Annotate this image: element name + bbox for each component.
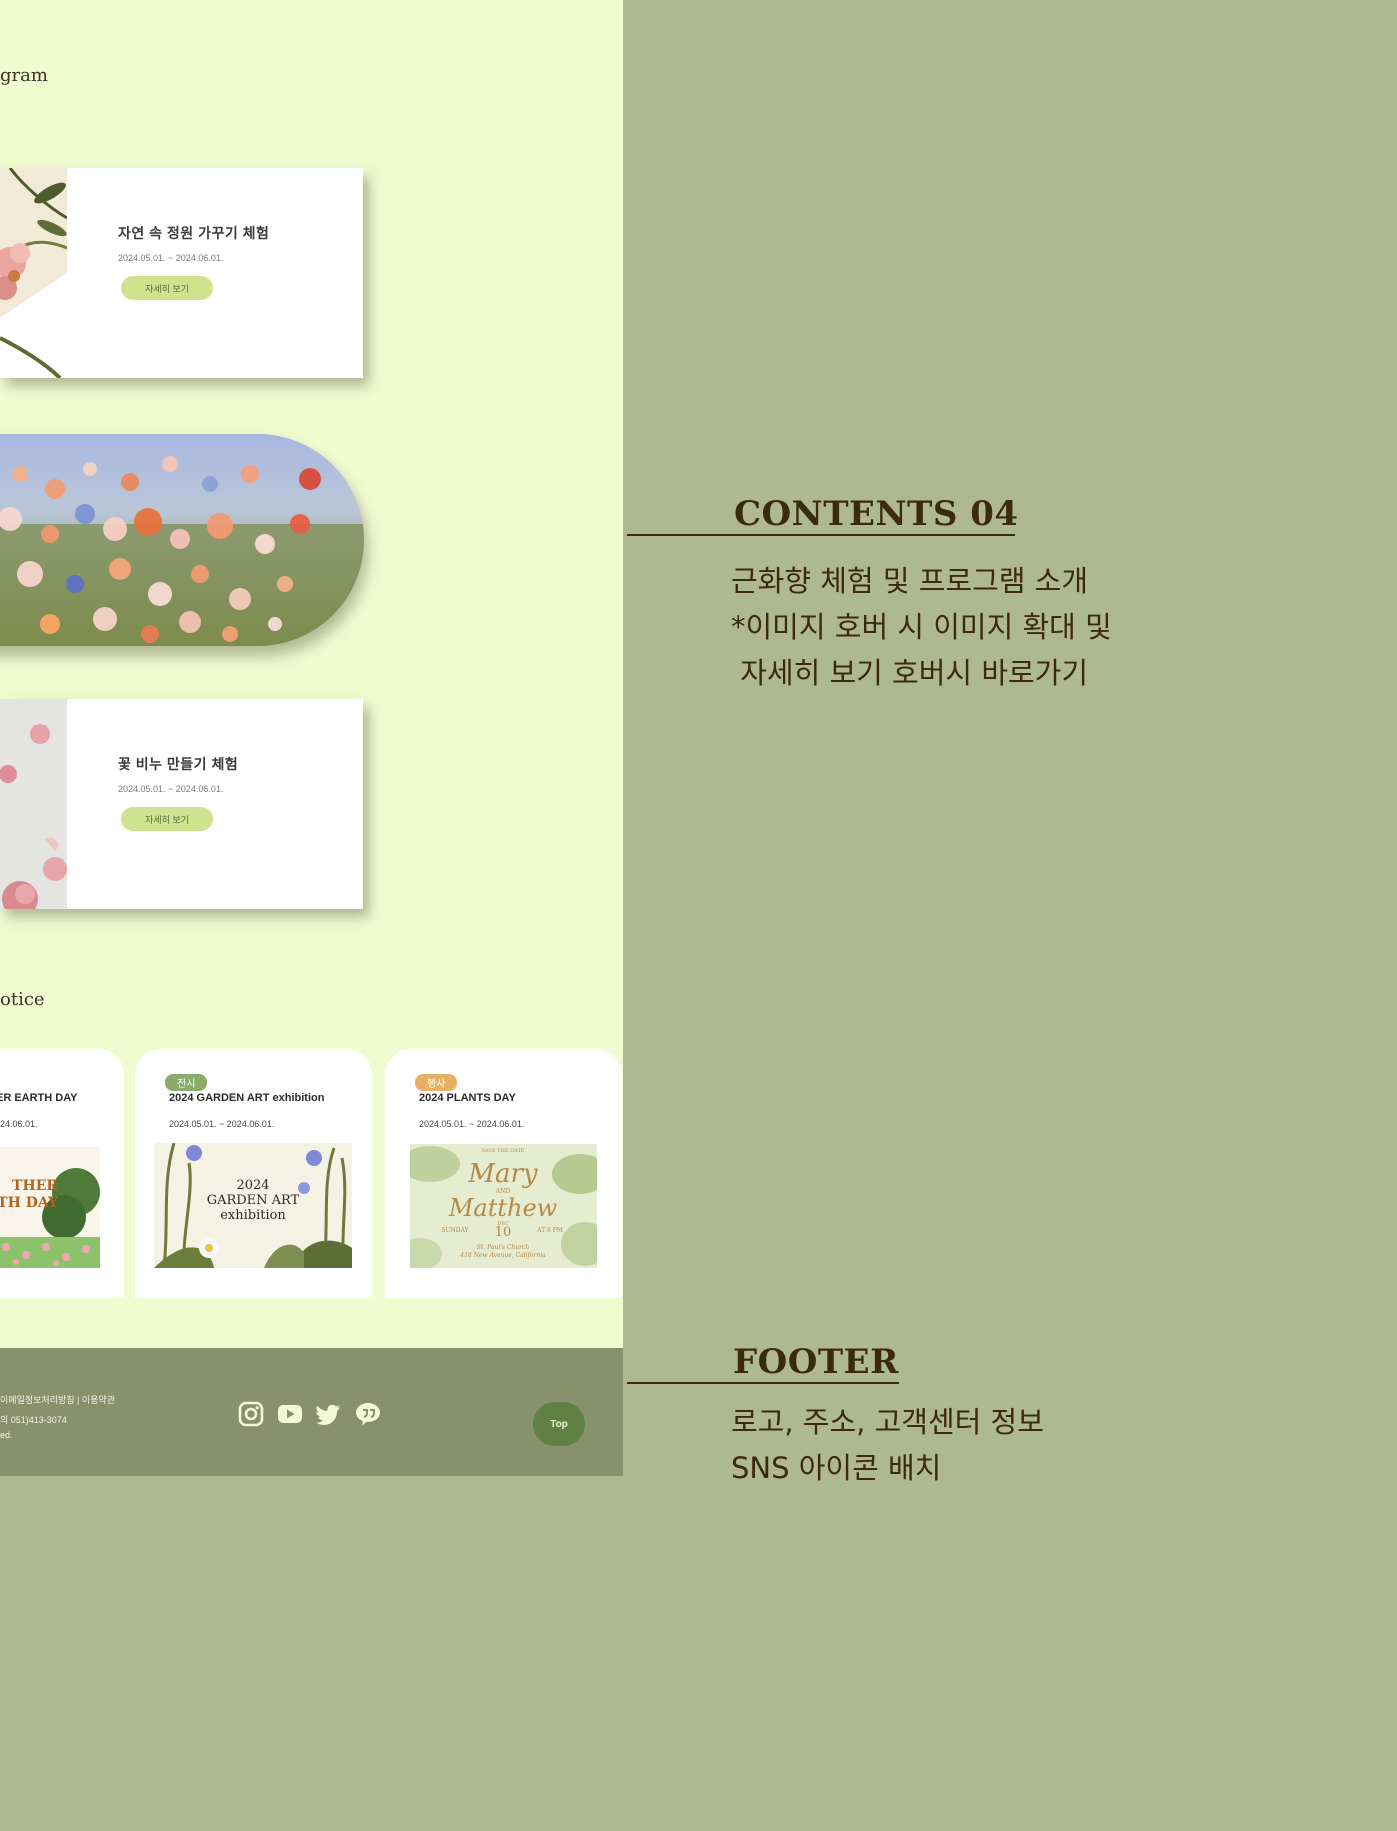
poster-text: 10 [495, 1225, 512, 1240]
garden-art-poster-image: 2024 GARDEN ART exhibition [154, 1143, 352, 1268]
poster-text: exhibition [220, 1208, 286, 1223]
poster-text: 2024 [236, 1178, 269, 1193]
twitter-icon[interactable] [316, 1401, 342, 1427]
annotation-heading: FOOTER [733, 1342, 899, 1382]
site-footer: 이메일정보처리방침 | 이용약관 의 051)413-3074 ed. Top [0, 1348, 623, 1476]
notice-section-title: otice [0, 989, 45, 1010]
annotation-heading: CONTENTS 04 [734, 494, 1019, 534]
annotation-text: SNS 아이콘 배치 [731, 1451, 942, 1485]
poster-text: SAVE THE DATE [482, 1148, 525, 1154]
poster-text: THER [12, 1178, 58, 1194]
notice-date: 2024.05.01. ~ 2024.06.01. [419, 1119, 525, 1129]
program-title: 자연 속 정원 가꾸기 체험 [118, 225, 270, 241]
program-title: 꽃 비누 만들기 체험 [118, 756, 239, 772]
notice-date: 2024.05.01. ~ 2024.06.01. [169, 1119, 275, 1129]
notice-date: 24.06.01. [0, 1119, 38, 1129]
detail-button[interactable]: 자세히 보기 [121, 276, 213, 300]
annotation-text: 로고, 주소, 고객센터 정보 [731, 1405, 1044, 1439]
poster-text: TH DAY [0, 1195, 59, 1211]
footer-links[interactable]: 이메일정보처리방침 | 이용약관 [0, 1393, 115, 1406]
program-section-title: gram [0, 65, 48, 86]
notice-card[interactable]: ER EARTH DAY 24.06.01. THER TH DAY [0, 1049, 124, 1298]
poster-text: AT 8 PM [536, 1227, 563, 1234]
program-photo-rose [0, 699, 67, 909]
footer-phone: 의 051)413-3074 [0, 1415, 67, 1425]
website-mockup: gram 자연 속 정원 가꾸기 체험 2024.05.01. ~ 2024.0… [0, 0, 623, 1476]
poster-text: Matthew [448, 1194, 558, 1222]
notice-card[interactable]: 행사 2024 PLANTS DAY 2024.05.01. ~ 2024.06… [385, 1049, 622, 1298]
program-date: 2024.05.01. ~ 2024.06.01. [118, 253, 224, 263]
annotation-text: 근화향 체험 및 프로그램 소개 [731, 564, 1089, 598]
program-date: 2024.05.01. ~ 2024.06.01. [118, 784, 224, 794]
earth-day-poster-image: THER TH DAY [0, 1147, 100, 1268]
youtube-icon[interactable] [277, 1401, 303, 1427]
poster-text: SUNDAY [441, 1227, 469, 1234]
poster-text: St. Paul's Church [477, 1244, 530, 1251]
poster-text: Mary [467, 1159, 538, 1189]
poster-text: GARDEN ART [207, 1193, 300, 1208]
instagram-icon[interactable] [238, 1401, 264, 1427]
plants-day-poster-image: SAVE THE DATE Mary AND Matthew SUNDAY DE… [410, 1144, 597, 1268]
notice-card[interactable]: 전시 2024 GARDEN ART exhibition 2024.05.01… [135, 1049, 372, 1298]
annotation-line [627, 534, 1015, 536]
annotation-text: *이미지 호버 시 이미지 확대 및 [731, 610, 1112, 644]
scroll-top-button[interactable]: Top [533, 1402, 585, 1446]
program-card[interactable]: 꽃 비누 만들기 체험 2024.05.01. ~ 2024.06.01. 자세… [0, 699, 363, 909]
detail-button[interactable]: 자세히 보기 [121, 807, 213, 831]
annotation-line [627, 1382, 899, 1384]
footer-copyright: ed. [0, 1430, 13, 1440]
poster-text: 418 New Avenue, California [459, 1252, 546, 1259]
exhibition-tag: 전시 [165, 1074, 208, 1091]
event-tag: 행사 [415, 1074, 458, 1091]
kakaotalk-icon[interactable] [355, 1401, 381, 1427]
wildflower-banner-image[interactable] [0, 434, 364, 646]
notice-title: 2024 GARDEN ART exhibition [169, 1092, 325, 1104]
program-card[interactable]: 자연 속 정원 가꾸기 체험 2024.05.01. ~ 2024.06.01.… [0, 168, 363, 378]
program-photo-flower [0, 168, 67, 378]
notice-title: ER EARTH DAY [0, 1092, 78, 1104]
notice-title: 2024 PLANTS DAY [419, 1092, 516, 1104]
annotation-text: 자세히 보기 호버시 바로가기 [731, 656, 1089, 690]
